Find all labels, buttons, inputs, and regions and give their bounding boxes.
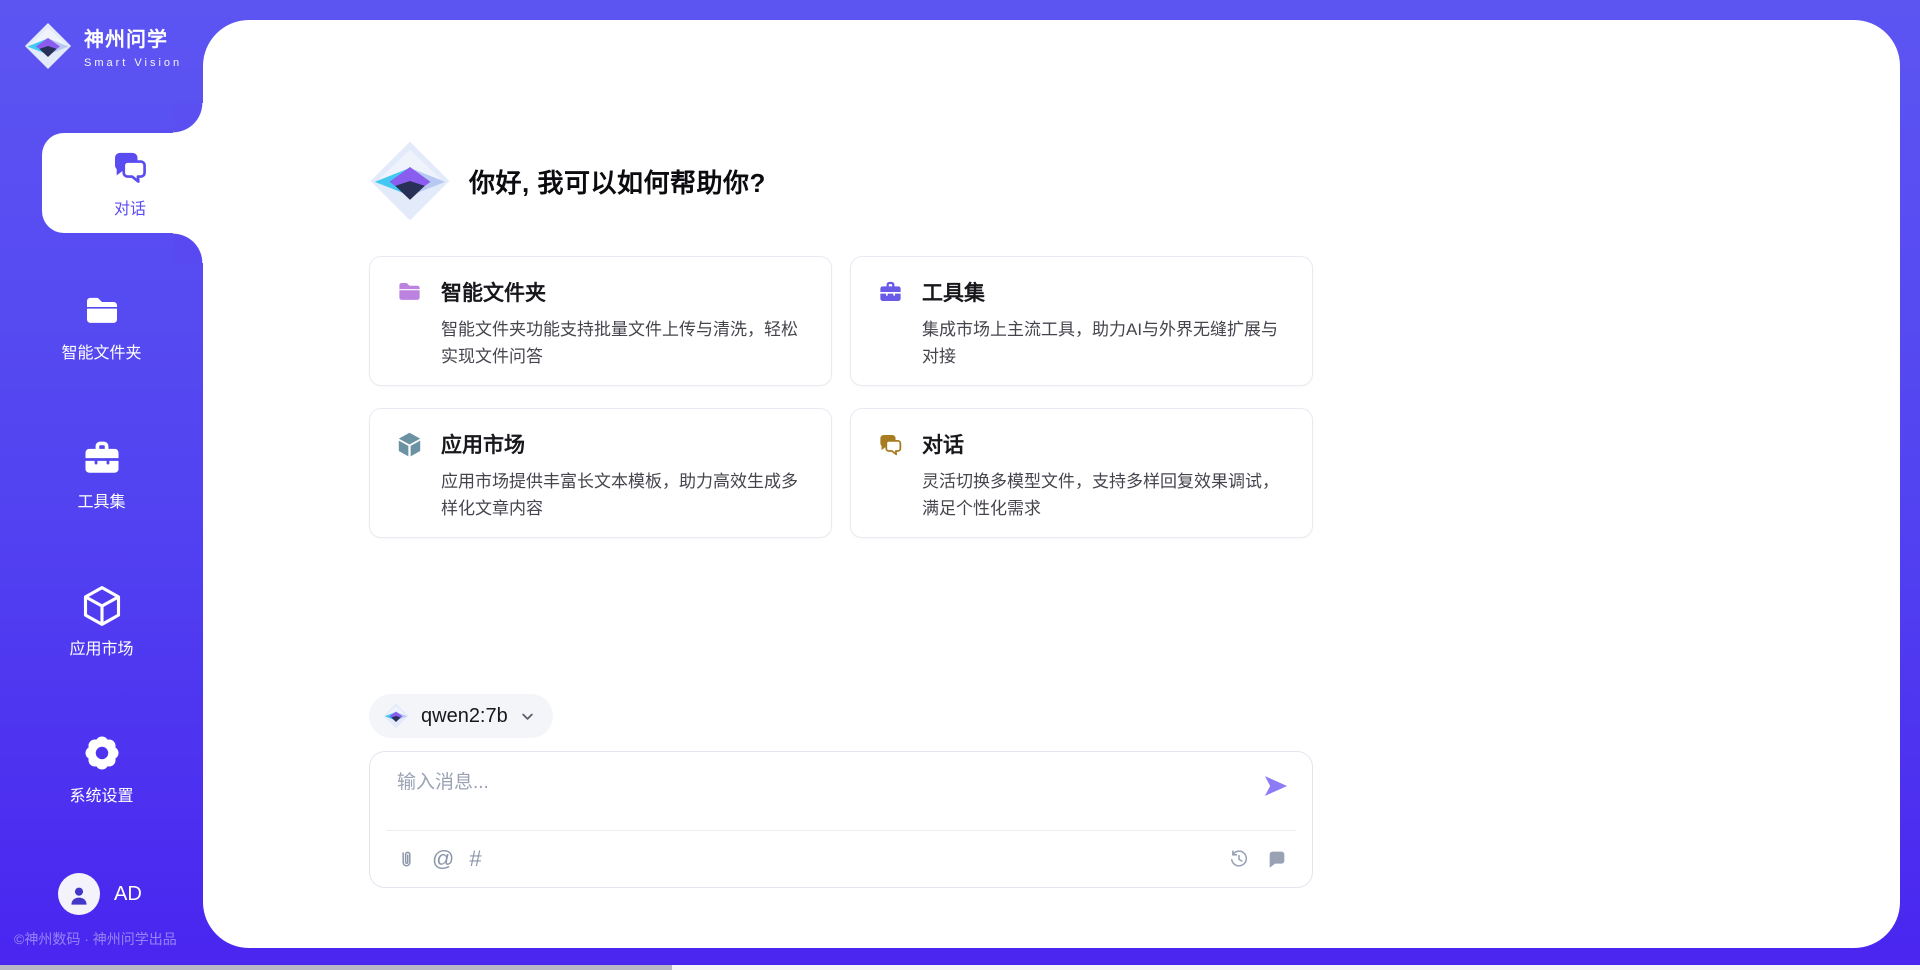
paperclip-icon	[396, 849, 417, 870]
avatar	[58, 873, 100, 915]
sidebar-item-smart-folder[interactable]: 智能文件夹	[0, 292, 203, 363]
sidebar-item-system-settings[interactable]: 系统设置	[0, 731, 203, 806]
card-title: 智能文件夹	[441, 277, 546, 307]
card-head: 智能文件夹	[396, 277, 811, 307]
card-toolset[interactable]: 工具集 集成市场上主流工具，助力AI与外界无缝扩展与对接	[850, 256, 1313, 386]
chat-icon	[877, 431, 904, 458]
main-content: 你好, 我可以如何帮助你? 智能文件夹 智能文件夹功能支持批量文件上传与清洗，轻…	[369, 0, 1313, 888]
user-name: AD	[114, 883, 142, 906]
greeting-diamond-icon	[369, 140, 451, 222]
sidebar-item-chat[interactable]: 对话	[42, 133, 218, 233]
horizontal-scrollbar	[0, 965, 1920, 970]
card-description: 灵活切换多模型文件，支持多样回复效果调试，满足个性化需求	[922, 468, 1292, 522]
greeting: 你好, 我可以如何帮助你?	[369, 140, 1313, 222]
sidebar-item-label: 智能文件夹	[61, 339, 141, 363]
card-smart-folder[interactable]: 智能文件夹 智能文件夹功能支持批量文件上传与清洗，轻松实现文件问答	[369, 256, 832, 386]
active-tab-fillet-top	[173, 103, 203, 133]
gear-icon	[80, 731, 124, 775]
greeting-text: 你好, 我可以如何帮助你?	[469, 163, 766, 200]
card-head: 应用市场	[396, 429, 811, 459]
sidebar-item-label: 应用市场	[69, 635, 133, 659]
folder-icon	[81, 292, 123, 332]
user-profile[interactable]: AD	[58, 873, 142, 915]
toolbox-icon	[877, 279, 904, 306]
chat-icon	[108, 147, 152, 187]
send-icon[interactable]	[1262, 772, 1290, 800]
card-title: 应用市场	[441, 429, 525, 459]
sidebar: 神州问学 Smart Vision 对话 智能文件夹 工具集 应用市场 系统设置…	[0, 0, 203, 970]
model-name: qwen2:7b	[421, 705, 508, 728]
card-description: 智能文件夹功能支持批量文件上传与清洗，轻松实现文件问答	[441, 316, 811, 370]
scrollbar-thumb[interactable]	[0, 965, 672, 970]
sidebar-item-label: 对话	[114, 195, 146, 219]
folder-icon	[396, 279, 423, 306]
cube-icon	[396, 431, 423, 458]
card-description: 应用市场提供丰富长文本模板，助力高效生成多样化文章内容	[441, 468, 811, 522]
card-head: 工具集	[877, 277, 1292, 307]
cube-icon	[80, 584, 124, 628]
card-title: 对话	[922, 429, 964, 459]
sidebar-item-label: 系统设置	[69, 782, 133, 806]
feature-cards: 智能文件夹 智能文件夹功能支持批量文件上传与清洗，轻松实现文件问答 工具集 集成…	[369, 256, 1313, 538]
history-button[interactable]	[1228, 848, 1250, 870]
attach-file-button[interactable]	[396, 849, 417, 870]
card-title: 工具集	[922, 277, 985, 307]
at-icon: @	[432, 848, 454, 870]
brand-subtitle: Smart Vision	[84, 57, 182, 69]
message-composer: @ #	[369, 751, 1313, 888]
card-app-market[interactable]: 应用市场 应用市场提供丰富长文本模板，助力高效生成多样化文章内容	[369, 408, 832, 538]
copyright-text: ©神州数码 · 神州问学出品	[14, 929, 177, 949]
feedback-button[interactable]	[1266, 848, 1288, 870]
sidebar-item-app-market[interactable]: 应用市场	[0, 584, 203, 659]
active-tab-fillet-bottom	[173, 233, 203, 263]
composer-actions	[1212, 840, 1288, 878]
composer-divider	[386, 830, 1296, 831]
card-chat[interactable]: 对话 灵活切换多模型文件，支持多样回复效果调试，满足个性化需求	[850, 408, 1313, 538]
sidebar-item-toolset[interactable]: 工具集	[0, 437, 203, 512]
chevron-down-icon	[518, 707, 537, 726]
brand-name: 神州问学	[84, 23, 182, 52]
chat-bubble-icon	[1266, 848, 1288, 870]
card-description: 集成市场上主流工具，助力AI与外界无缝扩展与对接	[922, 316, 1292, 370]
card-head: 对话	[877, 429, 1292, 459]
toolbox-icon	[80, 437, 124, 481]
brand-diamond-icon	[383, 703, 409, 729]
sidebar-item-label: 工具集	[77, 488, 125, 512]
composer-tools: @ #	[396, 840, 497, 878]
hash-icon: #	[469, 848, 481, 870]
history-icon	[1228, 848, 1250, 870]
brand-logo: 神州问学 Smart Vision	[24, 22, 182, 70]
brand-diamond-icon	[24, 22, 72, 70]
model-selector[interactable]: qwen2:7b	[369, 694, 553, 738]
topic-button[interactable]: #	[469, 848, 481, 870]
person-icon	[66, 883, 92, 909]
message-input[interactable]	[397, 767, 1237, 821]
brand-text: 神州问学 Smart Vision	[84, 23, 182, 69]
mention-button[interactable]: @	[432, 848, 454, 870]
